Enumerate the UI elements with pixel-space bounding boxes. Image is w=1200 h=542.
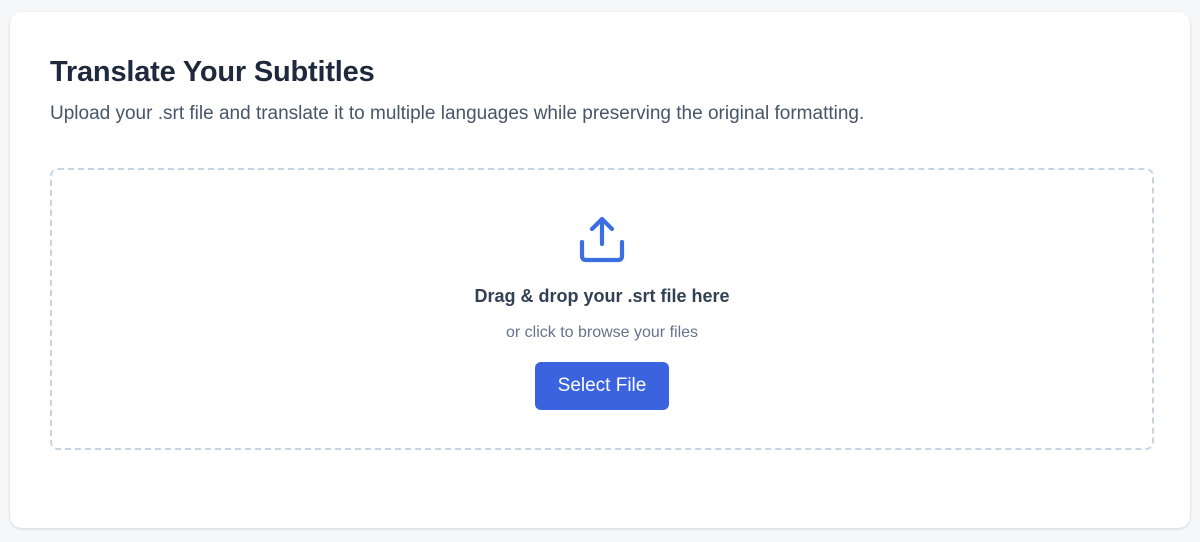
file-dropzone[interactable]: Drag & drop your .srt file here or click… — [50, 168, 1154, 450]
page-subtitle: Upload your .srt file and translate it t… — [50, 103, 865, 124]
upload-icon — [576, 212, 628, 264]
select-file-button[interactable]: Select File — [535, 362, 669, 410]
dropzone-hint: or click to browse your files — [505, 324, 699, 341]
dropzone-title: Drag & drop your .srt file here — [474, 286, 730, 306]
upload-card: Translate Your Subtitles Upload your .sr… — [10, 12, 1190, 528]
page-title: Translate Your Subtitles — [50, 56, 375, 88]
